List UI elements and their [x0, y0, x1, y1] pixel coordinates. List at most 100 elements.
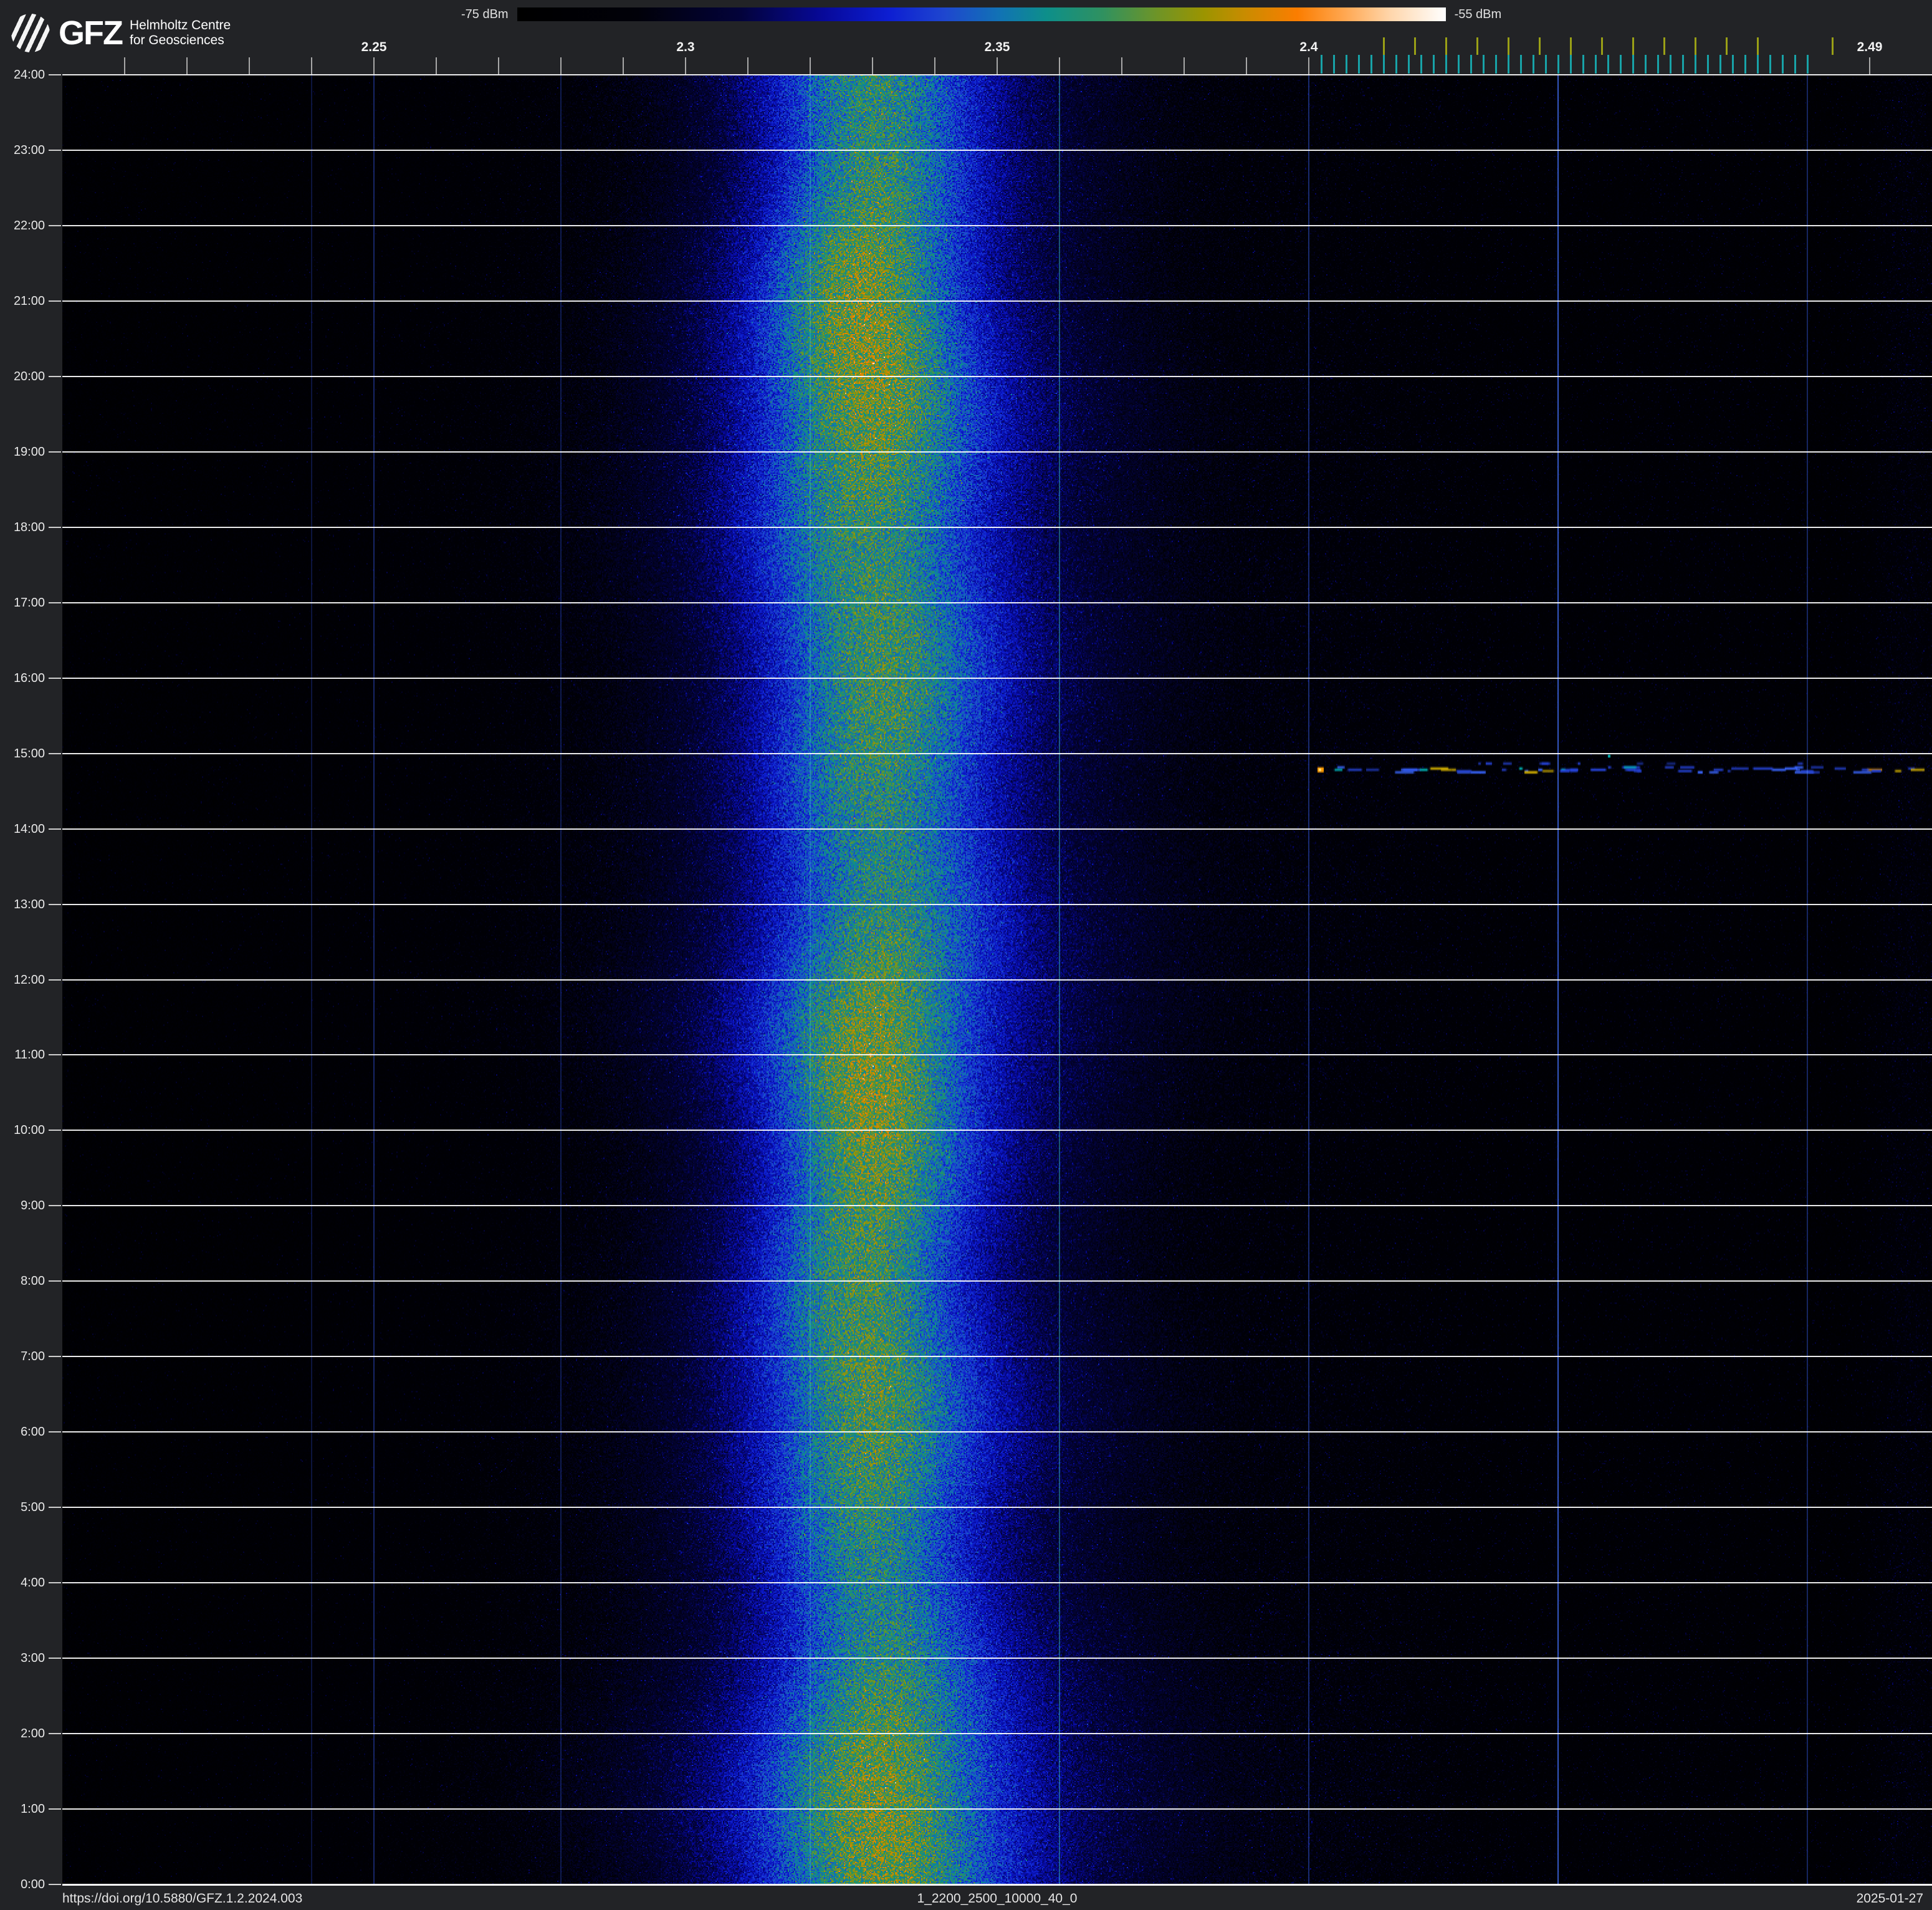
freq-minor-tick: [186, 57, 188, 74]
ble-channel-tick: [1333, 55, 1335, 74]
ble-channel-tick: [1670, 55, 1671, 74]
hour-tick: [49, 451, 61, 453]
hour-label: 12:00: [13, 972, 45, 987]
hour-tick: [49, 300, 61, 302]
ble-channel-tick: [1682, 55, 1684, 74]
grid-hour-line: [62, 375, 1932, 377]
hour-label: 24:00: [13, 68, 45, 82]
grid-hour-line: [62, 602, 1932, 603]
ble-channel-tick: [1620, 55, 1622, 74]
wifi-channel-tick: [1508, 37, 1509, 55]
hour-label: 22:00: [13, 218, 45, 233]
hour-label: 2:00: [21, 1727, 45, 1741]
wifi-channel-tick: [1539, 37, 1541, 55]
hour-label: 4:00: [21, 1576, 45, 1590]
hour-tick: [49, 1130, 61, 1131]
ble-channel-tick: [1744, 55, 1746, 74]
hour-label: 15:00: [13, 746, 45, 761]
gfz-wordmark: GFZ: [59, 14, 123, 52]
freq-minor-tick: [249, 57, 250, 74]
colorbar-min-label: -75 dBm: [461, 7, 509, 21]
org-line1: Helmholtz Centre: [129, 18, 231, 32]
grid-hour-line: [62, 1054, 1932, 1056]
gfz-globe-icon: [11, 13, 50, 53]
grid-hour-line: [62, 1280, 1932, 1282]
footer: https://doi.org/10.5880/GFZ.1.2.2024.003…: [0, 1886, 1932, 1910]
wifi-channel-tick: [1476, 37, 1478, 55]
ble-channel-tick: [1520, 55, 1522, 74]
ble-channel-tick: [1483, 55, 1485, 74]
grid-hour-line: [62, 979, 1932, 981]
freq-minor-tick: [934, 57, 935, 74]
freq-minor-tick: [560, 57, 562, 74]
ble-channel-tick: [1458, 55, 1460, 74]
hour-label: 17:00: [13, 595, 45, 610]
colorbar-gradient: [517, 7, 1446, 21]
hour-tick: [49, 1733, 61, 1735]
hour-tick: [49, 1280, 61, 1282]
wifi-channel-tick: [1383, 37, 1385, 55]
freq-minor-tick: [498, 57, 499, 74]
hour-tick: [49, 1808, 61, 1810]
wifi-channel-tick: [1695, 37, 1696, 55]
spectrogram-viewer: GFZ Helmholtz Centre for Geosciences -75…: [0, 0, 1932, 1910]
ble-channel-tick: [1807, 55, 1809, 74]
ble-channel-tick: [1420, 55, 1422, 74]
hour-tick: [49, 903, 61, 905]
hour-tick: [49, 1582, 61, 1584]
date-label: 2025-01-27: [1856, 1891, 1923, 1906]
ble-channel-tick: [1732, 55, 1734, 74]
hour-tick: [49, 1431, 61, 1433]
wifi-channel-tick: [1445, 37, 1447, 55]
hour-label: 1:00: [21, 1802, 45, 1816]
wifi-channel-tick: [1726, 37, 1728, 55]
ble-channel-tick: [1383, 55, 1385, 74]
hour-label: 11:00: [14, 1048, 45, 1062]
ble-channel-tick: [1582, 55, 1584, 74]
hour-tick: [49, 1507, 61, 1509]
freq-minor-tick: [997, 57, 998, 74]
freq-minor-tick: [623, 57, 624, 74]
org-line2: for Geosciences: [129, 33, 224, 47]
hour-tick: [49, 375, 61, 377]
ble-channel-tick: [1370, 55, 1372, 74]
ble-channel-tick: [1794, 55, 1796, 74]
org-name: Helmholtz Centre for Geosciences: [130, 18, 231, 48]
hour-tick: [49, 1658, 61, 1659]
ble-channel-tick: [1557, 55, 1559, 74]
freq-minor-tick: [436, 57, 437, 74]
grid-hour-line: [62, 74, 1932, 75]
colorbar-max-label: -55 dBm: [1454, 7, 1502, 21]
grid-hour-line: [62, 1884, 1932, 1886]
hour-tick: [49, 828, 61, 830]
freq-minor-tick: [872, 57, 873, 74]
hour-label: 7:00: [21, 1350, 45, 1364]
wifi-channel-tick: [1757, 37, 1759, 55]
hour-tick: [49, 74, 61, 75]
freq-minor-tick: [1246, 57, 1247, 74]
hour-label: 19:00: [13, 444, 45, 459]
ble-channel-tick: [1495, 55, 1497, 74]
freq-major-label: 2.49: [1857, 40, 1883, 54]
ble-channel-tick: [1408, 55, 1410, 74]
hour-label: 9:00: [21, 1199, 45, 1213]
ble-channel-tick: [1358, 55, 1360, 74]
wifi-channel-tick: [1414, 37, 1416, 55]
ble-channel-tick: [1545, 55, 1547, 74]
grid-hour-line: [62, 1431, 1932, 1433]
hour-tick: [49, 526, 61, 528]
hour-label: 13:00: [13, 897, 45, 911]
grid-hour-line: [62, 149, 1932, 151]
ble-channel-tick: [1707, 55, 1709, 74]
grid-hour-line: [62, 1808, 1932, 1810]
ble-channel-tick: [1657, 55, 1659, 74]
grid-hour-line: [62, 224, 1932, 226]
ble-channel-tick: [1695, 55, 1696, 74]
dataset-label: 1_2200_2500_10000_40_0: [917, 1891, 1078, 1906]
ble-channel-tick: [1607, 55, 1609, 74]
hour-label: 21:00: [13, 294, 45, 308]
freq-major-label: 2.35: [984, 40, 1010, 54]
grid-hour-line: [62, 903, 1932, 905]
wifi-channel-tick: [1570, 37, 1572, 55]
ble-channel-tick: [1433, 55, 1435, 74]
